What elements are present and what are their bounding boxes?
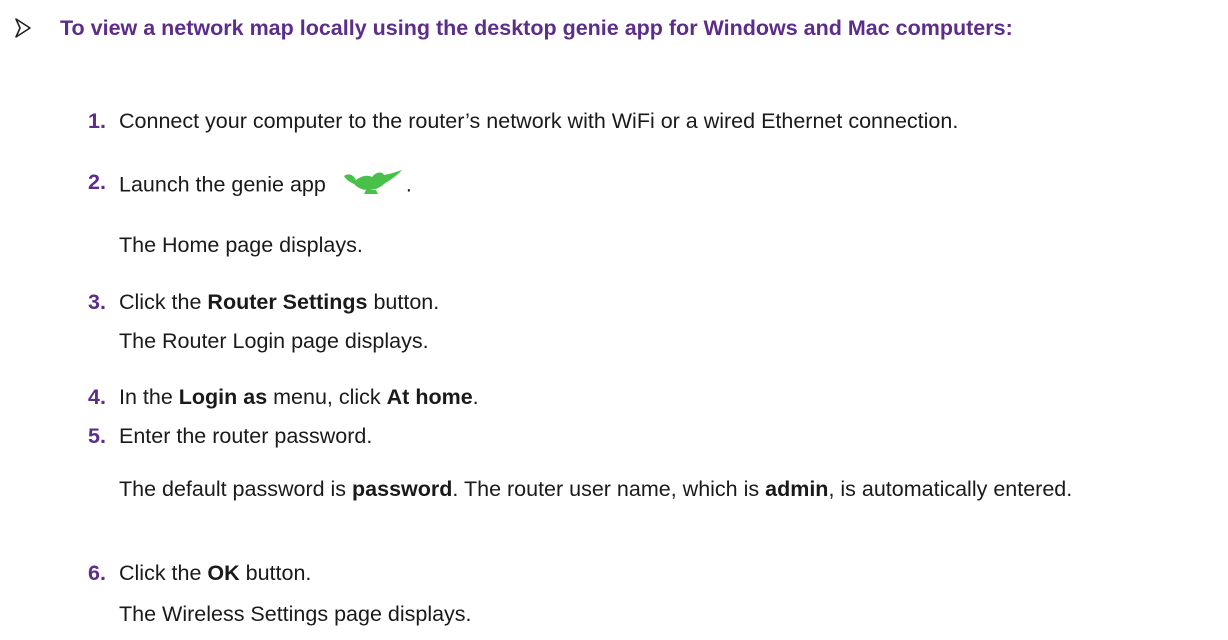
- step-4: 4. In the Login as menu, click At home.: [88, 383, 479, 412]
- step-text-part: Click the: [119, 290, 208, 314]
- router-settings-label: Router Settings: [207, 290, 368, 314]
- step-text: Click the OK button.: [110, 559, 311, 588]
- step-text-part: Click the: [119, 561, 208, 585]
- step-text-part: menu, click: [267, 385, 387, 409]
- step-text: Connect your computer to the router’s ne…: [119, 109, 959, 133]
- step-6-note: The Wireless Settings page displays.: [119, 602, 472, 626]
- note-text-part: The default password is: [119, 477, 353, 501]
- at-home-label: At home: [386, 385, 473, 409]
- heading-text: To view a network map locally using the …: [60, 16, 1013, 40]
- step-3-note: The Router Login page displays.: [119, 329, 429, 353]
- step-text: Enter the router password.: [119, 424, 373, 448]
- step-text-part: Launch the genie app: [119, 172, 326, 197]
- procedure-heading: To view a network map locally using the …: [14, 14, 1204, 44]
- admin-username-value: admin: [765, 477, 829, 501]
- step-5-note: The default password is password. The ro…: [119, 475, 1169, 504]
- note-text-part: , is automatically entered.: [828, 477, 1073, 501]
- arrow-bullet-icon: [14, 14, 60, 44]
- step-text-part: .: [472, 385, 479, 409]
- step-text: In the Login as menu, click At home.: [110, 383, 479, 412]
- step-text: Launch the genie app .: [110, 168, 412, 204]
- step-text-part: button.: [239, 561, 312, 585]
- step-number: 4.: [88, 385, 106, 409]
- step-text-part: In the: [119, 385, 179, 409]
- default-password-value: password: [352, 477, 453, 501]
- step-3: 3. Click the Router Settings button.: [88, 288, 439, 317]
- note-text-part: . The router user name, which is: [452, 477, 766, 501]
- step-5: 5. Enter the router password.: [88, 422, 372, 451]
- step-text-part: .: [405, 172, 412, 197]
- step-2-note: The Home page displays.: [119, 233, 363, 257]
- step-number: 6.: [88, 561, 106, 585]
- step-2: 2. Launch the genie app .: [88, 168, 412, 204]
- step-text-part: button.: [367, 290, 440, 314]
- step-number: 1.: [88, 109, 106, 133]
- step-number: 2.: [88, 170, 106, 194]
- step-number: 3.: [88, 290, 106, 314]
- ok-label: OK: [207, 561, 240, 585]
- step-text: Click the Router Settings button.: [110, 288, 439, 317]
- step-number: 5.: [88, 424, 106, 448]
- step-6: 6. Click the OK button.: [88, 559, 311, 588]
- login-as-label: Login as: [178, 385, 268, 409]
- step-1: 1. Connect your computer to the router’s…: [88, 107, 958, 136]
- genie-lamp-icon: [340, 168, 404, 204]
